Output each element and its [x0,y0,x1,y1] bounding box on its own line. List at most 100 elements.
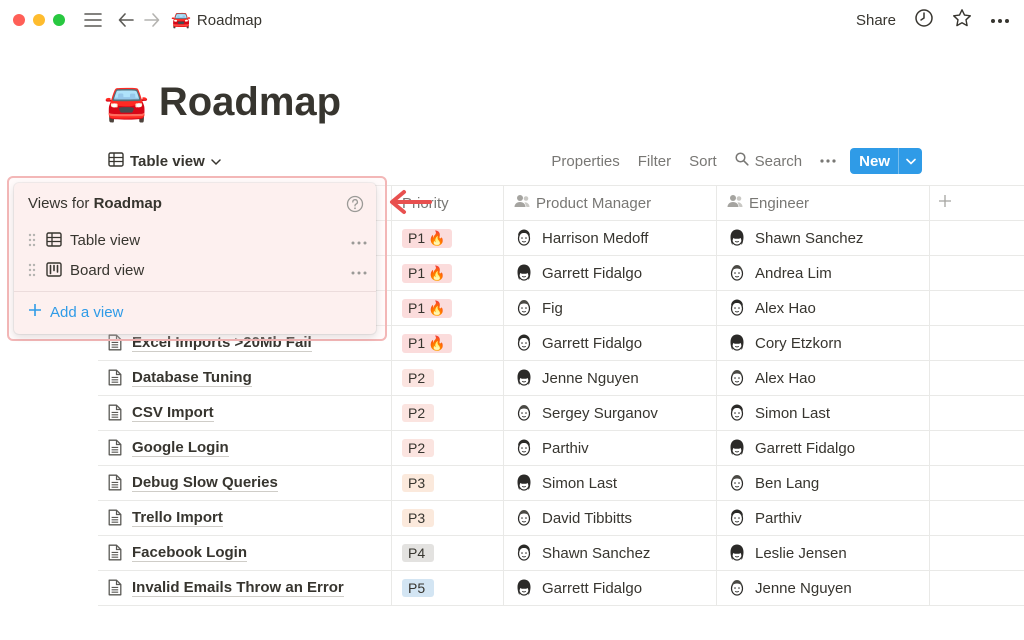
help-question-icon[interactable] [346,195,364,213]
more-options-icon[interactable] [990,11,1010,29]
engineer-cell[interactable]: Jenne Nguyen [717,571,930,605]
drag-handle-icon[interactable] [28,233,38,247]
table-row[interactable]: Debug Slow Queries P3 Simon Last Ben Lan… [98,466,1024,501]
table-row[interactable]: Invalid Emails Throw an Error P5 Garrett… [98,571,1024,606]
task-name[interactable]: Facebook Login [132,544,248,562]
priority-cell[interactable]: P3 [392,501,504,535]
priority-cell[interactable]: P3 [392,466,504,500]
views-menu-item-board-view[interactable]: Board view [28,258,368,282]
product-manager-name: Garrett Fidalgo [542,264,643,282]
page-emoji-icon[interactable]: 🚘 [104,82,149,124]
name-cell[interactable]: Facebook Login [98,536,392,570]
page-title-text[interactable]: Roadmap [159,80,341,125]
priority-cell[interactable]: P1 🔥 [392,291,504,325]
add-property-button[interactable] [930,186,1024,220]
name-cell[interactable]: Debug Slow Queries [98,466,392,500]
current-view-label: Table view [130,152,205,170]
priority-cell[interactable]: P2 [392,361,504,395]
product-manager-cell[interactable]: David Tibbitts [504,501,717,535]
priority-cell[interactable]: P4 [392,536,504,570]
fire-emoji-icon: 🔥 [428,334,446,351]
engineer-cell[interactable]: Alex Hao [717,361,930,395]
task-name[interactable]: CSV Import [132,404,214,422]
engineer-name: Alex Hao [755,369,816,387]
add-view-button[interactable]: Add a view [28,303,123,321]
sort-button[interactable]: Sort [689,153,717,170]
engineer-cell[interactable]: Ben Lang [717,466,930,500]
toolbar-more-icon[interactable] [820,159,836,163]
priority-cell[interactable]: P2 [392,396,504,430]
view-more-options-icon[interactable] [350,262,368,276]
avatar [727,298,747,318]
table-row[interactable]: Trello Import P3 David Tibbitts Parthiv [98,501,1024,536]
page-document-icon [108,509,124,527]
name-cell[interactable]: Invalid Emails Throw an Error [98,571,392,605]
priority-cell[interactable]: P1 🔥 [392,326,504,360]
product-manager-cell[interactable]: Jenne Nguyen [504,361,717,395]
table-row[interactable]: Database Tuning P2 Jenne Nguyen Alex Hao [98,361,1024,396]
views-menu: Views for Roadmap Table view Board view [14,183,376,334]
task-name[interactable]: Database Tuning [132,369,252,387]
view-switcher[interactable]: Table view [108,150,221,172]
engineer-cell[interactable]: Alex Hao [717,291,930,325]
priority-cell[interactable]: P2 [392,431,504,465]
new-button[interactable]: New [850,148,898,174]
table-row[interactable]: Google Login P2 Parthiv Garrett Fidalgo [98,431,1024,466]
table-row[interactable]: Facebook Login P4 Shawn Sanchez Leslie J… [98,536,1024,571]
name-cell[interactable]: Trello Import [98,501,392,535]
breadcrumb[interactable]: 🚘 Roadmap [171,10,262,30]
product-manager-cell[interactable]: Parthiv [504,431,717,465]
back-arrow-icon[interactable] [117,11,135,29]
clock-history-icon[interactable] [914,8,934,33]
avatar [727,368,747,388]
empty-cell [930,571,1024,605]
properties-button[interactable]: Properties [551,153,619,170]
product-manager-cell[interactable]: Garrett Fidalgo [504,326,717,360]
zoom-window-button[interactable] [53,14,65,26]
priority-tag: P1 🔥 [402,298,452,318]
share-button[interactable]: Share [856,12,896,29]
priority-cell[interactable]: P1 🔥 [392,256,504,290]
minimize-window-button[interactable] [33,14,45,26]
product-manager-cell[interactable]: Harrison Medoff [504,221,717,255]
forward-arrow-icon[interactable] [143,11,161,29]
product-manager-cell[interactable]: Shawn Sanchez [504,536,717,570]
product-manager-cell[interactable]: Garrett Fidalgo [504,256,717,290]
sidebar-menu-icon[interactable] [83,10,103,30]
page-title[interactable]: 🚘 Roadmap [104,80,341,125]
engineer-cell[interactable]: Simon Last [717,396,930,430]
name-cell[interactable]: Google Login [98,431,392,465]
priority-cell[interactable]: P1 🔥 [392,221,504,255]
filter-button[interactable]: Filter [638,153,671,170]
engineer-cell[interactable]: Garrett Fidalgo [717,431,930,465]
engineer-column-header[interactable]: Engineer [717,186,930,220]
engineer-cell[interactable]: Andrea Lim [717,256,930,290]
engineer-cell[interactable]: Leslie Jensen [717,536,930,570]
star-favorite-icon[interactable] [952,8,972,33]
task-name[interactable]: Trello Import [132,509,223,527]
drag-handle-icon[interactable] [28,263,38,277]
engineer-cell[interactable]: Shawn Sanchez [717,221,930,255]
new-dropdown-chevron-icon[interactable] [898,148,922,174]
name-cell[interactable]: CSV Import [98,396,392,430]
engineer-cell[interactable]: Parthiv [717,501,930,535]
task-name[interactable]: Invalid Emails Throw an Error [132,579,344,597]
table-row[interactable]: CSV Import P2 Sergey Surganov Simon Last [98,396,1024,431]
search-button[interactable]: Search [735,152,802,170]
product-manager-cell[interactable]: Garrett Fidalgo [504,571,717,605]
priority-label: P2 [408,440,426,456]
product-manager-column-header[interactable]: Product Manager [504,186,717,220]
product-manager-cell[interactable]: Simon Last [504,466,717,500]
task-name[interactable]: Debug Slow Queries [132,474,278,492]
task-name[interactable]: Google Login [132,439,229,457]
avatar [727,543,747,563]
name-cell[interactable]: Database Tuning [98,361,392,395]
priority-cell[interactable]: P5 [392,571,504,605]
engineer-cell[interactable]: Cory Etzkorn [717,326,930,360]
views-menu-item-table-view[interactable]: Table view [28,228,368,252]
product-manager-cell[interactable]: Fig [504,291,717,325]
close-window-button[interactable] [13,14,25,26]
product-manager-cell[interactable]: Sergey Surganov [504,396,717,430]
view-more-options-icon[interactable] [350,232,368,246]
priority-tag: P1 🔥 [402,333,452,353]
